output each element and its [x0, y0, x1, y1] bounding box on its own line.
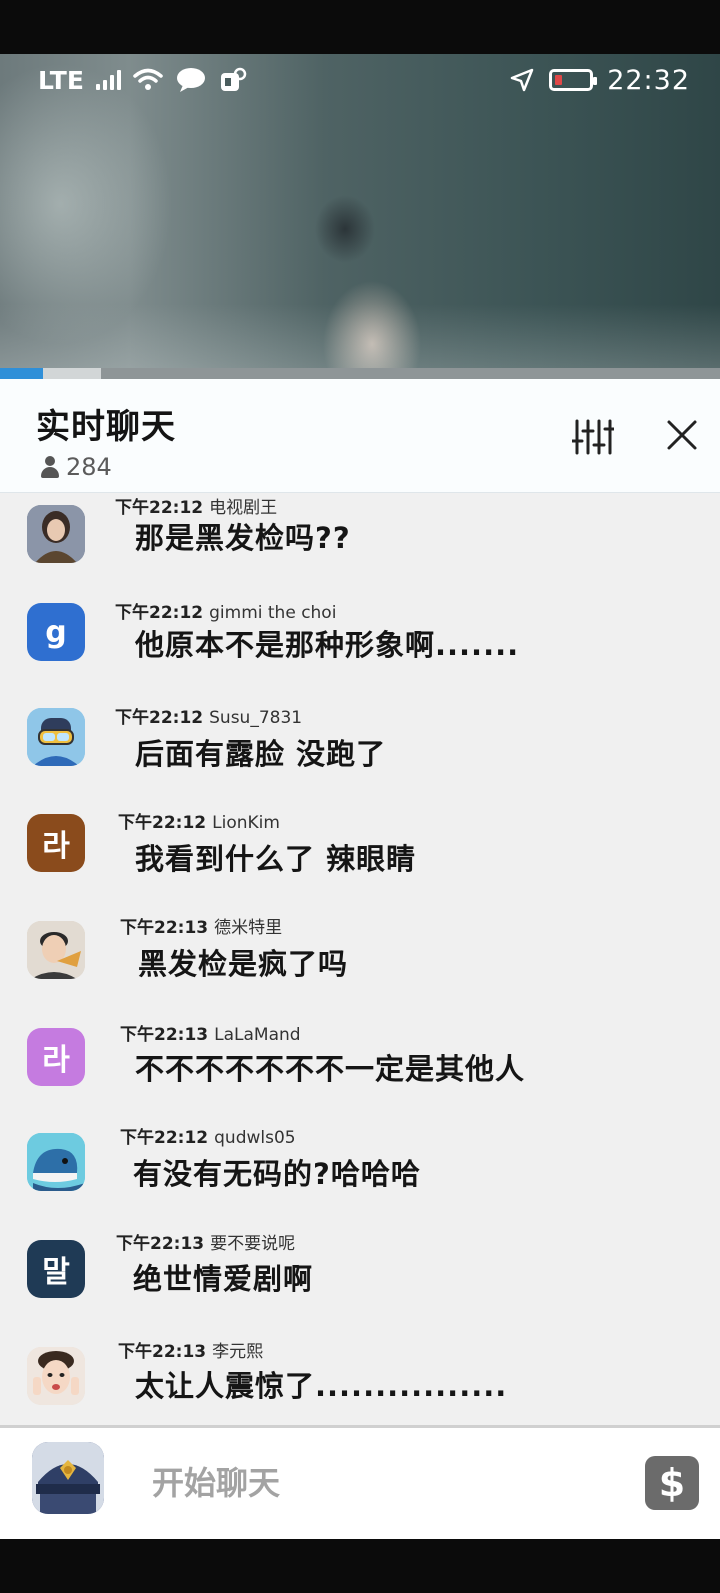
message-text: 我看到什么了 辣眼睛: [135, 842, 417, 876]
message-username[interactable]: 要不要说呢: [210, 1234, 295, 1254]
live-stream-screen: LTE 22:32 实时聊天 284 下午22:12 电视剧王 那是黑发检吗??…: [0, 0, 720, 1593]
chat-message: 라 下午22:12 LionKim 我看到什么了 辣眼睛: [0, 808, 720, 908]
battery-icon: [549, 69, 598, 91]
message-text: 绝世情爱剧啊: [133, 1262, 314, 1296]
chat-message-input[interactable]: [152, 1458, 612, 1508]
chat-header: 实时聊天 284: [0, 379, 720, 493]
message-text: 那是黑发检吗??: [135, 521, 351, 555]
chat-message: 下午22:13 李元熙 太让人震惊了................: [0, 1333, 720, 1423]
message-username[interactable]: 李元熙: [212, 1342, 263, 1362]
message-username[interactable]: gimmi the choi: [209, 603, 336, 623]
letter-avatar[interactable]: 라: [27, 1028, 85, 1086]
message-text: 后面有露脸 没跑了: [135, 737, 387, 771]
message-time: 下午22:12: [115, 603, 204, 623]
filter-sliders-icon[interactable]: [572, 417, 614, 457]
network-type: LTE: [38, 65, 84, 95]
message-time: 下午22:12: [118, 813, 207, 833]
message-text: 黑发检是疯了吗: [138, 947, 349, 981]
message-time: 下午22:12: [120, 1128, 209, 1148]
my-avatar-police-icon[interactable]: [32, 1442, 104, 1514]
message-time: 下午22:12: [115, 708, 204, 728]
viewer-count-value: 284: [66, 453, 112, 481]
whale-icon[interactable]: [27, 1133, 85, 1191]
status-bar: LTE 22:32: [0, 54, 720, 106]
status-time: 22:32: [607, 64, 690, 96]
top-letterbox: [0, 0, 720, 54]
message-username[interactable]: qudwls05: [214, 1128, 295, 1148]
message-time: 下午22:13: [118, 1342, 207, 1362]
chat-message: g 下午22:12 gimmi the choi 他原本不是那种形象啊......…: [0, 598, 720, 698]
chat-input-bar: $: [0, 1425, 720, 1539]
chat-title: 实时聊天: [36, 407, 176, 447]
woman-portrait-icon[interactable]: [27, 505, 85, 563]
donate-dollar-icon[interactable]: $: [645, 1456, 699, 1510]
chat-message: 下午22:12 电视剧王 那是黑发检吗??: [0, 493, 720, 593]
chat-message: 下午22:12 Susu_7831 后面有露脸 没跑了: [0, 703, 720, 803]
chat-message-list[interactable]: 下午22:12 电视剧王 那是黑发检吗?? g 下午22:12 gimmi the …: [0, 493, 720, 1423]
chat-message: 下午22:12 qudwls05 有没有无码的?哈哈哈: [0, 1123, 720, 1223]
close-icon[interactable]: [662, 415, 702, 455]
signal-icon: [95, 70, 121, 90]
progress-played: [0, 368, 44, 379]
message-text: 有没有无码的?哈哈哈: [133, 1157, 421, 1191]
message-time: 下午22:13: [120, 1025, 209, 1045]
diver-cartoon-icon[interactable]: [27, 708, 85, 766]
video-progress-bar[interactable]: [0, 368, 720, 379]
chat-message: 말 下午22:13 要不要说呢 绝世情爱剧啊: [0, 1228, 720, 1328]
letter-avatar[interactable]: g: [27, 603, 85, 661]
message-username[interactable]: LaLaMand: [214, 1025, 300, 1045]
chat-message: 라 下午22:13 LaLaMand 不不不不不不不一定是其他人: [0, 1018, 720, 1118]
chat-message: 下午22:13 德米特里 黑发检是疯了吗: [0, 913, 720, 1013]
message-time: 下午22:13: [116, 1234, 205, 1254]
letter-avatar[interactable]: 라: [27, 814, 85, 872]
location-arrow-icon: [510, 68, 534, 92]
message-username[interactable]: 德米特里: [214, 918, 282, 938]
woman-face-icon[interactable]: [27, 1347, 85, 1405]
letter-avatar[interactable]: 말: [27, 1240, 85, 1298]
person-icon: [40, 456, 60, 478]
notification-app-icon: [220, 67, 247, 91]
message-text: 太让人震惊了................: [135, 1369, 508, 1403]
viewer-count: 284: [40, 453, 112, 481]
message-text: 不不不不不不不一定是其他人: [135, 1052, 526, 1086]
message-username[interactable]: Susu_7831: [209, 708, 302, 728]
message-icon: [176, 68, 205, 92]
bottom-letterbox: [0, 1539, 720, 1593]
message-time: 下午22:13: [120, 918, 209, 938]
man-eating-icon[interactable]: [27, 921, 85, 979]
wifi-icon: [133, 68, 163, 90]
message-text: 他原本不是那种形象啊.......: [135, 628, 520, 662]
message-username[interactable]: LionKim: [212, 813, 280, 833]
